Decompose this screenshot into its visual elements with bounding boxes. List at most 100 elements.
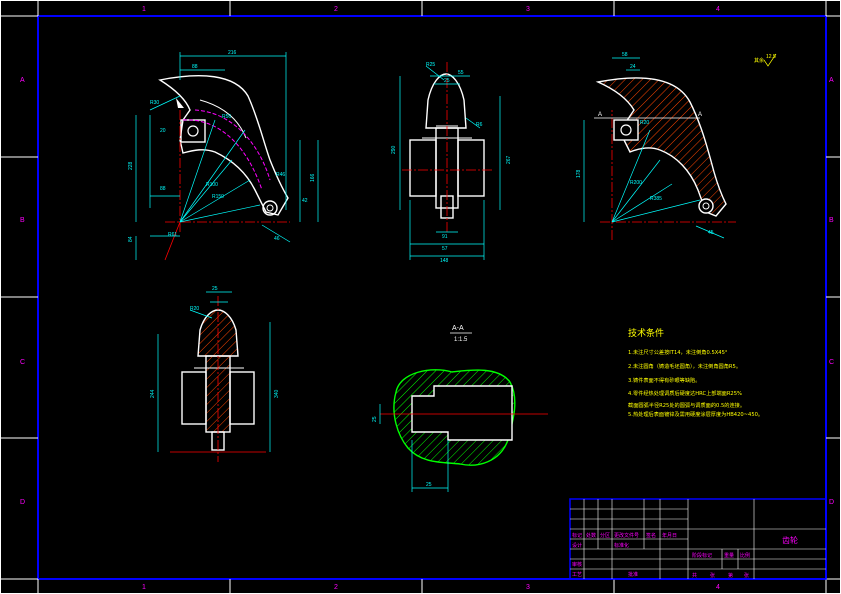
note-item: 3.铸件表面不得有砂眼等缺陷。 [628,376,700,384]
dim-label: 45 [708,230,714,236]
view-bottom-left: 25 R20 244 340 [150,286,280,462]
dim-label: 244 [150,389,156,398]
dim-label: 46 [274,236,280,242]
note-item: 5.热处理后表面镀锌及需用硬度涂层厚度为HB420~450。 [628,410,763,418]
dim-label: R56 [222,114,231,120]
tb-sheet-label: 共 [692,572,697,579]
tb-row-label: 批准 [628,571,638,578]
tb-sheet-label: 第 [728,572,733,579]
dim-label: 57 [442,246,448,252]
bottom-view-body-right [229,371,255,425]
svg-text:12.5: 12.5 [766,54,776,60]
section-title: A-A [452,325,464,332]
zone-row-right: A [829,77,834,84]
dim-label: R20 [640,120,649,126]
tb-header: 更改文件号 [614,532,639,539]
dim-label: 58 [622,52,628,58]
drawing-svg: 1 2 3 4 1 2 3 4 A B C D A B C D 216 88 2… [0,0,841,594]
dim-label: 20 [160,128,166,134]
svg-text:其余: 其余 [754,57,764,64]
zone-row-left: B [20,217,25,224]
dim-label: 267 [506,155,512,164]
tb-row-label: 标准化 [614,542,629,549]
front-body-right [457,139,485,197]
note-item: 2.未注圆角（铸造毛坯圆角），未注倒角圆角R5。 [628,362,741,370]
dim-label: R61 [168,232,177,238]
zone-col-top: 1 [142,6,146,13]
zone-labels: 1 2 3 4 1 2 3 4 A B C D A B C D [20,6,834,591]
dim-label: 25 [212,286,218,292]
dim-label: 88 [160,186,166,192]
section-scale: 1:1.5 [454,337,468,343]
dim-label: 166 [310,173,316,182]
dim-label: R150 [212,194,224,200]
dim-label: R25 [426,62,435,68]
zone-col-top: 3 [526,6,530,13]
zone-row-right: C [829,359,834,366]
zone-row-right: D [829,499,834,506]
bottom-view-body-left [181,371,207,425]
zone-col-bottom: 1 [142,584,146,591]
view-claw-right: 58 24 178 45 R20 R200 R385 A A 其余 12.5 [576,52,777,240]
tb-row-label: 审核 [572,561,582,568]
dim-label: 84 [128,236,134,242]
zone-row-left: A [20,77,25,84]
note-item: 1.未注尺寸公差按IT14，未注倒角0.5X45° [628,348,728,356]
dim-label: 42 [302,198,308,204]
dim-label: 24 [630,64,636,70]
dim-label: R100 [206,182,218,188]
dim-label: 91 [442,234,448,240]
zone-col-bottom: 4 [716,584,720,591]
tb-row-label: 工艺 [572,572,582,578]
dim-label: R385 [650,196,662,202]
dim-label: R6 [476,122,483,128]
dim-label: 25 [444,78,450,84]
section-mark-left: A [598,112,602,118]
claw-right-block [613,119,639,141]
front-body-left [409,139,437,197]
tb-header: 标记 [572,532,582,539]
notes-title: 技术条件 [628,327,664,339]
dim-label: 55 [458,70,464,76]
dim-label: 25 [372,416,378,422]
zone-col-bottom: 3 [526,584,530,591]
dim-label: 290 [391,145,397,154]
outer-border [0,0,841,594]
part-name: 齿轮 [782,535,798,545]
zone-row-right: B [829,217,834,224]
roughness-symbol: 其余 12.5 [754,53,777,67]
view-section-aa: A-A 1:1.5 25 25 [372,325,548,492]
tb-sheet-label: 张 [710,572,715,579]
zone-col-top: 4 [716,6,720,13]
note-item: 截面圆弧半径R25处的圆弧与调质面的0.5的连接。 [628,401,745,409]
tb-header: 处数 [586,532,596,539]
dim-label: 340 [274,389,280,398]
zone-col-bottom: 2 [334,584,338,591]
section-mark-right: A [698,112,702,118]
tb-header: 年月日 [662,532,677,539]
tb-row-label: 设计 [572,542,582,549]
zone-ticks [0,0,841,594]
zone-col-top: 2 [334,6,338,13]
zone-row-left: C [20,359,25,366]
note-item: 4.零件经热处理调质后硬度达HRC上部端面R25% [628,389,742,397]
dim-label: R46 [276,172,285,178]
technical-notes: 技术条件 1.未注尺寸公差按IT14，未注倒角0.5X45° 2.未注圆角（铸造… [628,327,763,418]
dim-label: R20 [190,306,199,312]
view-claw-left: 216 88 228 88 84 20 166 R56 R100 R150 R4… [128,50,319,261]
claw-section-hatch [595,77,727,217]
tb-header: 签名 [646,532,656,539]
tb-stage-label: 比例 [740,552,750,559]
claw-block [180,119,206,143]
dim-label: R30 [150,100,159,106]
title-block: 标记 处数 分区 更改文件号 签名 年月日 设计 标准化 审核 工艺 批准 阶段… [569,498,827,580]
dim-label: 88 [192,64,198,70]
tb-sheet-label: 张 [744,572,749,579]
tb-header: 分区 [600,532,610,539]
view-front: 55 25 R25 290 267 148 57 91 R6 [391,62,512,264]
tb-stage-label: 阶段标记 [692,552,712,559]
tb-stage-label: 重量 [724,552,734,559]
dim-label: R200 [630,180,642,186]
cad-drawing-sheet: 1 2 3 4 1 2 3 4 A B C D A B C D 216 88 2… [0,0,841,594]
dim-label: 178 [576,169,582,178]
